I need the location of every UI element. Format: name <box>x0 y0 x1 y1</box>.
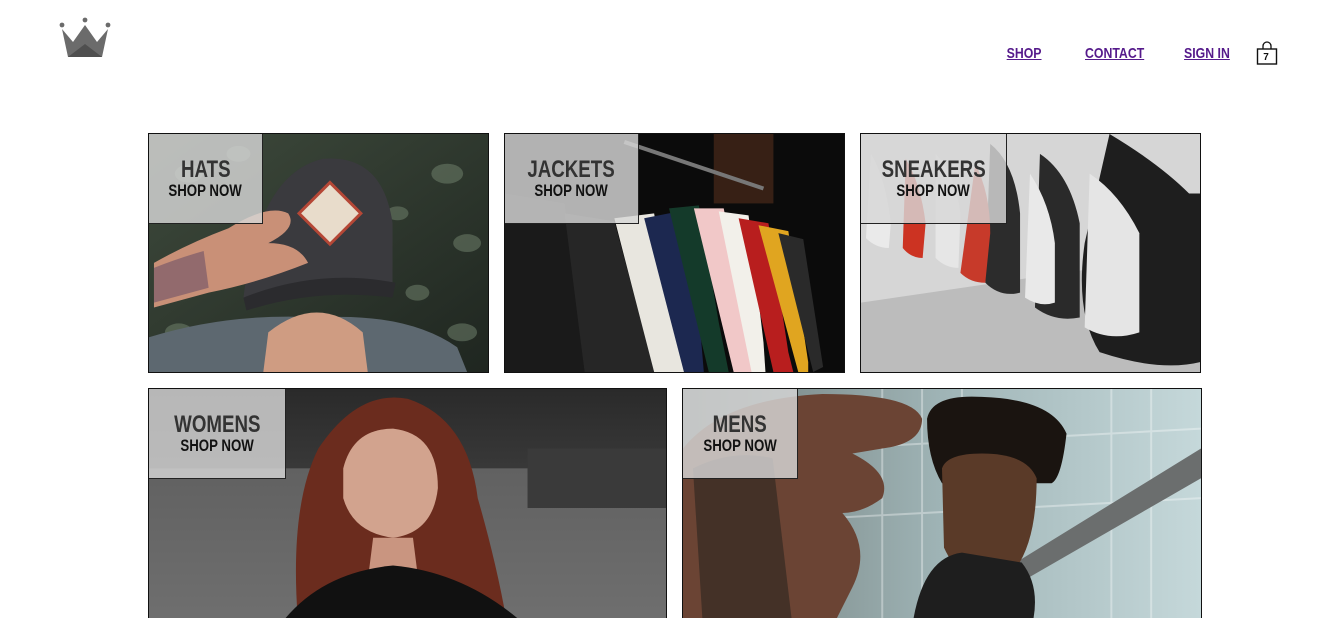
cart-count-badge: 7 <box>1263 52 1269 63</box>
nav-sign-in-link[interactable]: SIGN IN <box>1184 45 1230 62</box>
category-label-box: MENS SHOP NOW <box>683 389 798 479</box>
category-tile-jackets[interactable]: JACKETS SHOP NOW <box>504 133 845 373</box>
category-label-box: WOMENS SHOP NOW <box>149 389 286 479</box>
category-title: WOMENS <box>173 410 261 438</box>
category-label-box: SNEAKERS SHOP NOW <box>861 134 1007 224</box>
shop-now-link[interactable]: SHOP NOW <box>703 436 776 455</box>
category-label-box: JACKETS SHOP NOW <box>505 134 639 224</box>
nav-shop-link[interactable]: SHOP <box>1007 45 1042 62</box>
category-title: HATS <box>180 155 231 183</box>
category-tile-hats[interactable]: HATS SHOP NOW <box>148 133 489 373</box>
shop-now-link[interactable]: SHOP NOW <box>535 181 608 200</box>
category-label-box: HATS SHOP NOW <box>149 134 263 224</box>
category-title: JACKETS <box>527 155 616 183</box>
shop-now-link[interactable]: SHOP NOW <box>180 436 253 455</box>
shop-now-link[interactable]: SHOP NOW <box>897 181 970 200</box>
page: SHOP CONTACT SIGN IN 7 HATS SHOP NOW JAC… <box>0 0 1340 618</box>
crown-icon[interactable] <box>58 16 112 60</box>
category-tile-womens[interactable]: WOMENS SHOP NOW <box>148 388 667 618</box>
category-tile-mens[interactable]: MENS SHOP NOW <box>682 388 1202 618</box>
category-title: SNEAKERS <box>881 155 986 183</box>
category-title: MENS <box>712 410 768 438</box>
shop-now-link[interactable]: SHOP NOW <box>169 181 242 200</box>
main-nav: SHOP CONTACT SIGN IN 7 <box>999 41 1278 65</box>
cart-button[interactable]: 7 <box>1256 41 1278 65</box>
category-tile-sneakers[interactable]: SNEAKERS SHOP NOW <box>860 133 1201 373</box>
nav-contact-link[interactable]: CONTACT <box>1085 45 1144 62</box>
